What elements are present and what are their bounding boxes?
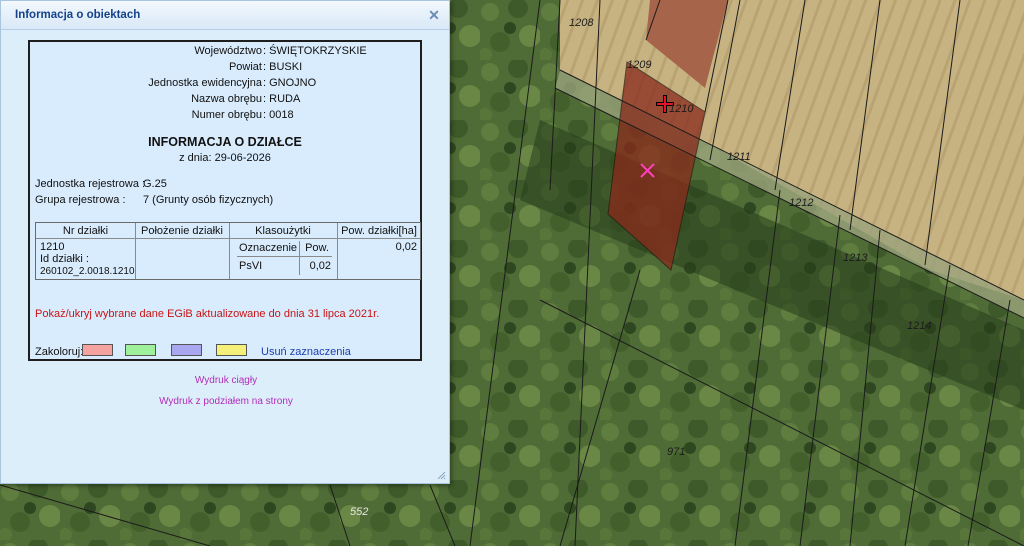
parcel-label: 552 — [350, 506, 369, 518]
sub-header-symbol: Oznaczenie — [238, 242, 298, 254]
parcel-number: 1210 — [40, 241, 65, 253]
registry-unit-label: Jednostka rejestrowa : — [35, 178, 146, 190]
precinct-name-label: Nazwa obrębu — [191, 93, 262, 105]
precinct-number-label: Numer obrębu — [191, 109, 262, 121]
print-paged-link[interactable]: Wydruk z podziałem na strony — [1, 396, 451, 407]
parcel-label: 1212 — [789, 197, 814, 209]
report-date: z dnia: 29-06-2026 — [179, 152, 271, 164]
voivodeship-label: Województwo — [194, 45, 262, 57]
col-header-location: Położenie działki — [141, 225, 223, 237]
col-header-parcel-no: Nr działki — [62, 225, 109, 237]
parcel-label: 1211 — [727, 151, 751, 163]
class-symbol: PsVI — [239, 260, 263, 272]
print-continuous-link[interactable]: Wydruk ciągły — [1, 375, 451, 386]
clear-selection-link[interactable]: Usuń zaznaczenia — [261, 346, 351, 358]
window-header[interactable]: Informacja o obiektach ✕ — [1, 1, 449, 30]
parcel-label: 1210 — [669, 103, 694, 115]
county-value: : BUSKI — [263, 61, 303, 73]
unit-label: Jednostka ewidencyjna — [148, 77, 262, 89]
unit-value: : GNOJNO — [263, 77, 317, 89]
parcel-label: 971 — [667, 446, 686, 458]
egib-toggle-link[interactable]: Pokaż/ukryj wybrane dane EGiB aktualizow… — [35, 308, 379, 320]
page-title: INFORMACJA O DZIAŁCE — [148, 135, 302, 149]
window-title: Informacja o obiektach — [15, 9, 141, 21]
swatch-violet-button[interactable] — [171, 344, 202, 356]
col-header-land-class: Klasoużytki — [255, 225, 311, 237]
precinct-name-value: : RUDA — [263, 93, 301, 105]
parcel-area: 0,02 — [395, 241, 417, 253]
swatch-green-button[interactable] — [125, 344, 156, 356]
resize-grip-icon[interactable] — [437, 471, 446, 480]
parcel-table: Nr działki Położenie działki Klasoużytki… — [35, 222, 421, 280]
parcel-info-panel: Województwo : ŚWIĘTOKRZYSKIE Powiat : BU… — [28, 40, 422, 361]
class-area: 0,02 — [309, 260, 331, 272]
parcel-label: 1208 — [569, 17, 594, 29]
parcel-label: 1209 — [627, 59, 652, 71]
precinct-number-value: : 0018 — [263, 109, 294, 121]
registry-unit-value: G.25 — [143, 178, 167, 190]
parcel-label: 1214 — [907, 320, 932, 332]
county-label: Powiat — [228, 61, 262, 73]
parcel-id-label: Id działki : — [40, 253, 89, 265]
sub-header-class-area: Pow. — [305, 242, 329, 254]
close-icon[interactable]: ✕ — [427, 8, 441, 22]
swatch-yellow-button[interactable] — [216, 344, 247, 356]
registry-group-value: 7 (Grunty osób fizycznych) — [143, 194, 274, 206]
col-header-area: Pow. działki[ha] — [341, 225, 417, 237]
color-label: Zakoloruj: — [35, 346, 84, 358]
info-window: Informacja o obiektach ✕ Województwo : Ś… — [0, 0, 450, 484]
parcel-label: 1213 — [843, 252, 868, 264]
registry-group-label: Grupa rejestrowa : — [35, 194, 126, 206]
voivodeship-value: : ŚWIĘTOKRZYSKIE — [263, 45, 367, 57]
swatch-red-button[interactable] — [82, 344, 113, 356]
parcel-id-value: 260102_2.0018.1210 — [40, 266, 135, 277]
